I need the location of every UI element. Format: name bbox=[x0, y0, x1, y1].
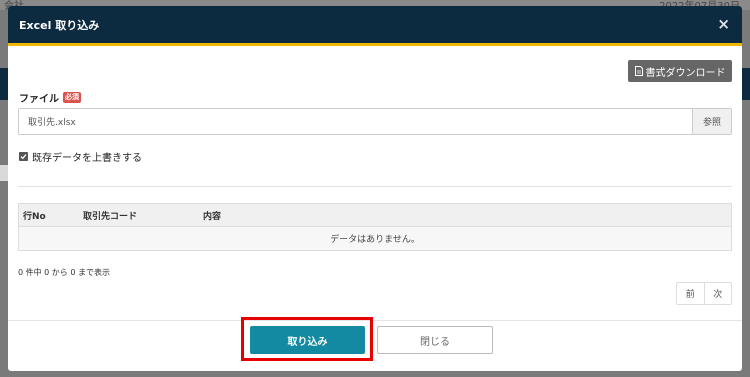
template-download-button[interactable]: 書式ダウンロード bbox=[628, 60, 732, 82]
modal-title: Excel 取り込み bbox=[19, 18, 100, 32]
browse-button[interactable]: 参照 bbox=[692, 109, 731, 134]
table-header-row: 行No 取引先コード 内容 bbox=[19, 204, 731, 227]
table-summary: 0 件中 0 から 0 まで表示 bbox=[18, 268, 110, 277]
file-label: ファイル 必須 bbox=[19, 90, 81, 105]
overwrite-option[interactable]: 既存データを上書きする bbox=[19, 149, 142, 164]
column-header-client-code[interactable]: 取引先コード bbox=[79, 209, 199, 222]
close-button[interactable]: 閉じる bbox=[377, 326, 493, 354]
required-badge: 必須 bbox=[63, 92, 81, 103]
file-input-group: 参照 bbox=[18, 108, 732, 135]
excel-import-modal: Excel 取り込み × 書式ダウンロード ファイル 必須 参照 既存データを上… bbox=[8, 6, 742, 371]
template-download-label: 書式ダウンロード bbox=[645, 67, 726, 79]
next-page-button[interactable]: 次 bbox=[703, 283, 732, 304]
preview-table: 行No 取引先コード 内容 データはありません。 bbox=[18, 203, 732, 251]
prev-page-button[interactable]: 前 bbox=[677, 283, 704, 304]
modal-header: Excel 取り込み × bbox=[8, 6, 742, 46]
background-band-left bbox=[0, 68, 8, 100]
file-label-text: ファイル bbox=[19, 94, 59, 105]
section-divider bbox=[18, 186, 732, 187]
checkmark-icon bbox=[20, 154, 27, 160]
overwrite-label: 既存データを上書きする bbox=[32, 153, 142, 164]
background-marker bbox=[0, 165, 8, 181]
overwrite-checkbox[interactable] bbox=[19, 152, 28, 161]
document-icon bbox=[634, 66, 643, 76]
background-band-right bbox=[742, 68, 750, 100]
file-input[interactable] bbox=[19, 109, 692, 134]
import-button[interactable]: 取り込み bbox=[250, 326, 365, 354]
table-empty-message: データはありません。 bbox=[19, 227, 731, 250]
pagination: 前 次 bbox=[676, 282, 732, 305]
modal-footer-divider bbox=[8, 320, 742, 321]
column-header-content[interactable]: 内容 bbox=[199, 209, 731, 222]
column-header-row-no[interactable]: 行No bbox=[19, 209, 79, 222]
close-icon[interactable]: × bbox=[717, 17, 730, 32]
